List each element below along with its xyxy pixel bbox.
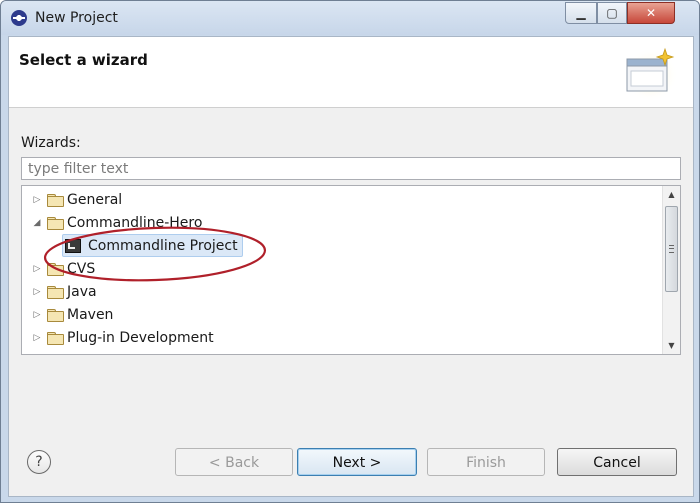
expand-arrow-icon[interactable]: ▷ xyxy=(30,264,44,274)
wizard-header: Select a wizard xyxy=(9,37,693,108)
minimize-icon: ▁ xyxy=(576,6,586,20)
filter-input[interactable] xyxy=(21,157,681,180)
expand-arrow-icon[interactable]: ▷ xyxy=(30,310,44,320)
tree-item-general[interactable]: ▷ General xyxy=(22,188,664,211)
folder-icon xyxy=(47,308,64,322)
close-icon: ✕ xyxy=(645,6,657,20)
folder-open-icon xyxy=(47,216,64,230)
folder-icon xyxy=(47,193,64,207)
tree-item-label: General xyxy=(67,191,123,208)
close-button[interactable]: ✕ xyxy=(627,2,675,24)
tree-item-label: Java xyxy=(67,283,97,300)
expand-arrow-icon[interactable]: ▷ xyxy=(30,287,44,297)
title-bar[interactable]: New Project ▁ ▢ ✕ xyxy=(1,1,699,35)
eclipse-icon xyxy=(11,10,27,26)
tree-item-commandline-hero[interactable]: ◢ Commandline-Hero xyxy=(22,211,664,234)
window-title: New Project xyxy=(35,10,118,26)
tree-item-label: Plug-in Development xyxy=(67,329,214,346)
tree-item-label: Maven xyxy=(67,306,114,323)
tree-item-commandline-project[interactable]: Commandline Project xyxy=(62,234,664,257)
folder-icon xyxy=(47,262,64,276)
wizard-tree[interactable]: ▷ General ◢ Commandline-Hero Commandline… xyxy=(21,185,681,355)
maximize-button[interactable]: ▢ xyxy=(597,2,627,24)
help-icon: ? xyxy=(35,454,43,470)
page-title: Select a wizard xyxy=(19,51,148,69)
scrollbar-thumb[interactable] xyxy=(665,206,678,292)
tree-item-plug-in-development[interactable]: ▷ Plug-in Development xyxy=(22,326,664,349)
tree-item-label: Commandline Project xyxy=(88,237,238,254)
next-button[interactable]: Next > xyxy=(297,448,417,476)
collapse-arrow-icon[interactable]: ◢ xyxy=(30,218,44,228)
scroll-up-icon[interactable]: ▲ xyxy=(663,186,680,203)
expand-arrow-icon[interactable]: ▷ xyxy=(30,333,44,343)
tree-item-cvs[interactable]: ▷ CVS xyxy=(22,257,664,280)
dialog-body: Select a wizard Wizards: ▷ xyxy=(8,36,694,497)
tree-item-java[interactable]: ▷ Java xyxy=(22,280,664,303)
scroll-down-icon[interactable]: ▼ xyxy=(663,337,680,354)
maximize-icon: ▢ xyxy=(606,6,618,20)
wizards-label: Wizards: xyxy=(21,135,81,151)
folder-icon xyxy=(47,285,64,299)
selected-item-highlight[interactable]: Commandline Project xyxy=(62,234,243,257)
cancel-button[interactable]: Cancel xyxy=(557,448,677,476)
back-button[interactable]: < Back xyxy=(175,448,293,476)
grip-icon xyxy=(669,245,674,253)
tree-item-label: CVS xyxy=(67,260,96,277)
finish-button[interactable]: Finish xyxy=(427,448,545,476)
folder-icon xyxy=(47,331,64,345)
terminal-project-icon xyxy=(65,238,81,253)
new-wizard-banner-icon xyxy=(624,47,678,101)
help-button[interactable]: ? xyxy=(27,450,51,474)
expand-arrow-icon[interactable]: ▷ xyxy=(30,195,44,205)
tree-item-maven[interactable]: ▷ Maven xyxy=(22,303,664,326)
minimize-button[interactable]: ▁ xyxy=(565,2,597,24)
tree-scrollbar[interactable]: ▲ ▼ xyxy=(662,186,680,354)
new-project-window: New Project ▁ ▢ ✕ Select a wizard Wizard… xyxy=(0,0,700,503)
tree-item-label: Commandline-Hero xyxy=(67,214,203,231)
